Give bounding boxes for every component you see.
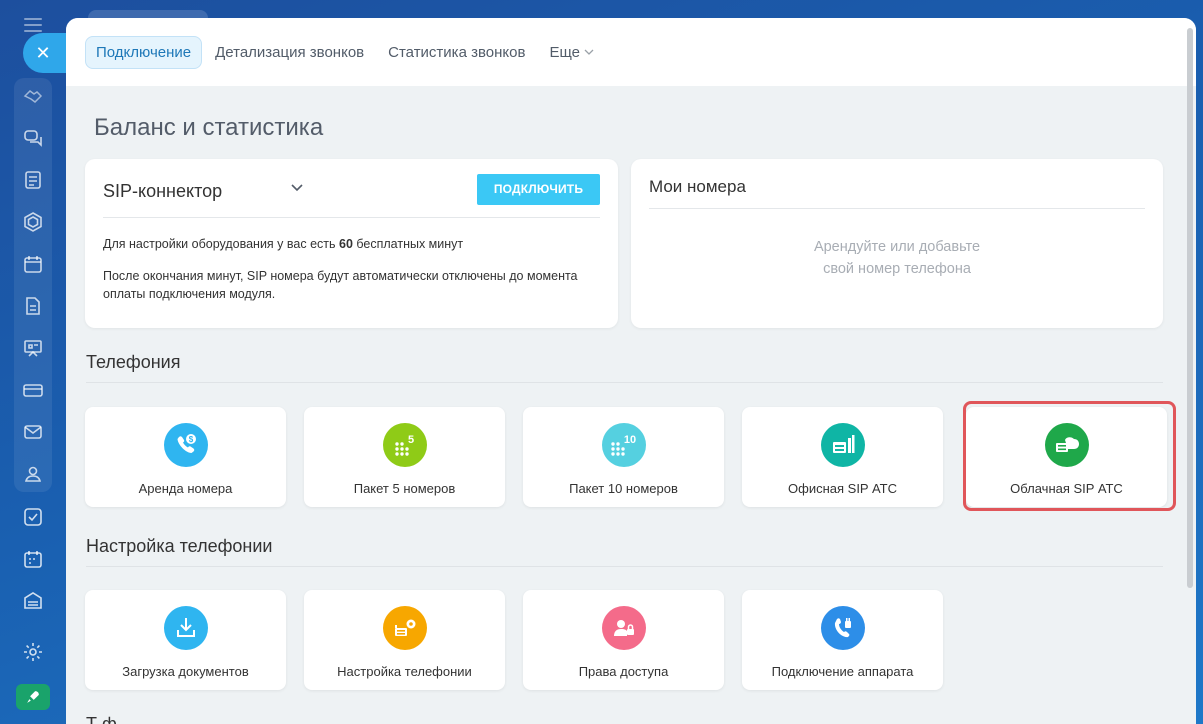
card-icon[interactable]: [22, 379, 44, 401]
sip-card-header: SIP-коннектор ПОДКЛЮЧИТЬ: [103, 173, 600, 218]
settings-icon[interactable]: [22, 641, 44, 663]
setup-section-title: Настройка телефонии: [86, 536, 273, 556]
disconnect-notice: После окончания минут, SIP номера будут …: [103, 269, 578, 301]
office-pbx-icon: [821, 423, 865, 467]
close-slider-button[interactable]: ✕: [23, 33, 67, 73]
telephony-panel: Подключение Детализация звонков Статисти…: [66, 18, 1196, 724]
tile-upload-documents[interactable]: Загрузка документов: [85, 590, 286, 690]
telephony-section-title: Телефония: [86, 352, 181, 372]
tile-label: Настройка телефонии: [337, 664, 472, 679]
tile-rent-number[interactable]: $ Аренда номера: [85, 407, 286, 507]
my-numbers-title: Мои номера: [649, 177, 1145, 209]
tile-office-pbx[interactable]: Офисная SIP АТС: [742, 407, 943, 507]
document-icon[interactable]: [22, 295, 44, 317]
feed-icon[interactable]: [22, 169, 44, 191]
sip-connector-card: SIP-коннектор ПОДКЛЮЧИТЬ Для настройки о…: [85, 159, 618, 328]
tile-label: Права доступа: [578, 664, 669, 679]
sip-description: Для настройки оборудования у вас есть 60…: [103, 235, 603, 317]
menu-icon[interactable]: [24, 18, 42, 32]
free-minutes-text: Для настройки оборудования у вас есть 60…: [103, 237, 464, 251]
phone-settings-icon: [383, 606, 427, 650]
rocket-icon[interactable]: [16, 684, 50, 710]
tile-device-connection[interactable]: Подключение аппарата: [742, 590, 943, 690]
sip-connector-title[interactable]: SIP-коннектор: [103, 181, 222, 202]
tile-package-10[interactable]: 10 Пакет 10 номеров: [523, 407, 724, 507]
svg-text:$: $: [189, 435, 194, 444]
access-rights-icon: [602, 606, 646, 650]
svg-text:10: 10: [624, 434, 636, 446]
tab-more-label: Еще: [549, 43, 580, 61]
tile-label: Пакет 10 номеров: [569, 481, 678, 496]
tile-label: Офисная SIP АТС: [788, 481, 897, 496]
next-section-title: Т ф: [86, 714, 117, 724]
hexagon-icon[interactable]: [22, 211, 44, 233]
task-icon[interactable]: [22, 506, 44, 528]
download-document-icon: [164, 606, 208, 650]
section-divider: [86, 382, 1163, 383]
mail-icon[interactable]: [22, 421, 44, 443]
chevron-down-icon[interactable]: [290, 183, 304, 193]
contacts-icon[interactable]: [22, 463, 44, 485]
free-minutes-count: 60: [339, 237, 353, 251]
tile-label: Пакет 5 номеров: [353, 481, 456, 496]
connect-button[interactable]: ПОДКЛЮЧИТЬ: [477, 174, 600, 205]
tile-package-5[interactable]: 5 Пакет 5 номеров: [304, 407, 505, 507]
tab-call-statistics[interactable]: Статистика звонков: [388, 44, 525, 61]
chat-icon[interactable]: [22, 127, 44, 149]
presentation-icon[interactable]: [22, 337, 44, 359]
chevron-down-icon: [584, 49, 594, 55]
device-plug-icon: [821, 606, 865, 650]
keypad-10-icon: 10: [602, 423, 646, 467]
storage-icon[interactable]: [22, 590, 44, 612]
scrollbar[interactable]: [1187, 28, 1193, 588]
tab-more[interactable]: Еще: [549, 44, 594, 61]
tab-call-details[interactable]: Детализация звонков: [215, 44, 364, 61]
tile-label: Загрузка документов: [122, 664, 249, 679]
handshake-icon[interactable]: [22, 85, 44, 107]
tab-bar: Подключение Детализация звонков Статисти…: [66, 18, 1196, 86]
keypad-5-icon: 5: [383, 423, 427, 467]
highlight-frame: [963, 401, 1176, 511]
tile-telephony-settings[interactable]: Настройка телефонии: [304, 590, 505, 690]
tab-connection[interactable]: Подключение: [85, 35, 203, 69]
my-numbers-empty-state: Арендуйте или добавьте свой номер телефо…: [813, 239, 981, 277]
tile-access-rights[interactable]: Права доступа: [523, 590, 724, 690]
svg-text:5: 5: [408, 434, 414, 446]
tile-label: Аренда номера: [138, 481, 233, 496]
left-rail: ✕: [0, 0, 67, 724]
my-numbers-card: Мои номера Арендуйте или добавьте свой н…: [631, 159, 1163, 328]
page-title: Баланс и статистика: [94, 114, 324, 141]
section-divider: [86, 566, 1163, 567]
phone-dollar-icon: $: [164, 423, 208, 467]
tile-label: Подключение аппарата: [771, 664, 914, 679]
calendar-icon[interactable]: [22, 253, 44, 275]
schedule-icon[interactable]: [22, 548, 44, 570]
